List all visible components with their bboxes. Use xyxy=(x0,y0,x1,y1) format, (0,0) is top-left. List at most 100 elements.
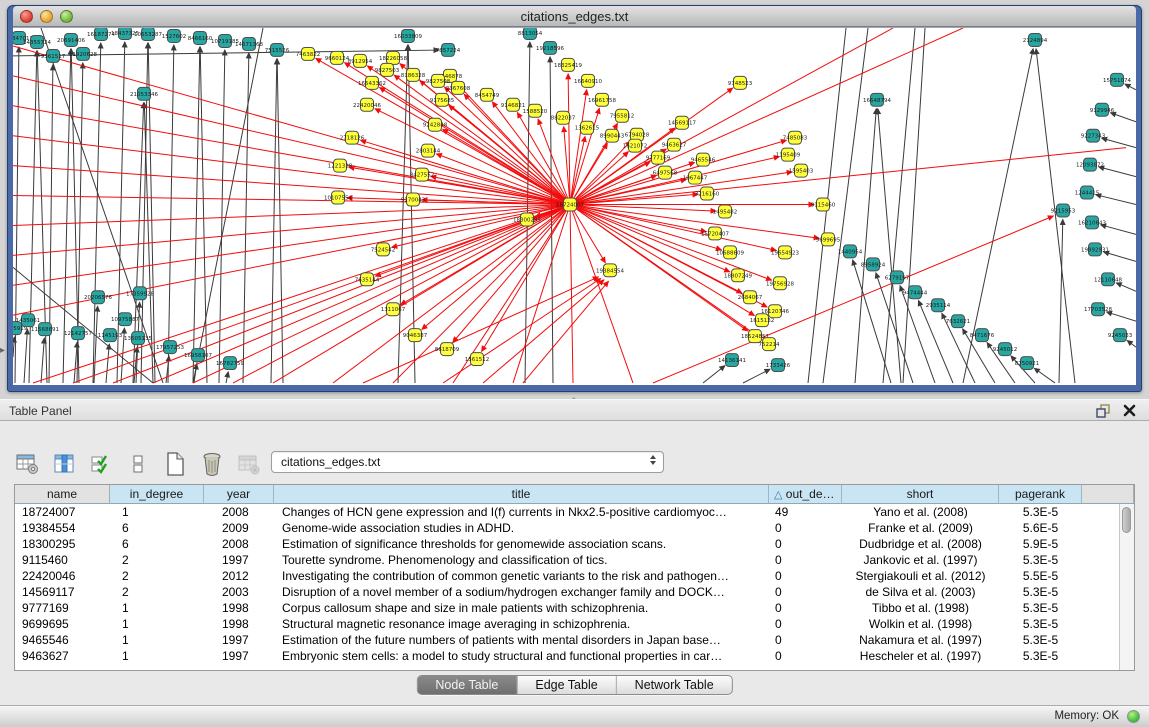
graph-node[interactable]: 1311067 xyxy=(381,303,406,316)
graph-node[interactable]: 10688609 xyxy=(716,246,744,259)
column-header-in_degree[interactable]: in_degree xyxy=(110,485,204,504)
graph-node[interactable]: 18325419 xyxy=(554,58,582,71)
graph-node[interactable]: 9245033 xyxy=(1108,329,1133,342)
graph-node[interactable]: 17703528 xyxy=(1084,303,1112,316)
graph-node[interactable]: 1588520 xyxy=(523,104,548,117)
graph-node[interactable]: 1527602 xyxy=(162,29,186,42)
graph-node[interactable]: 9827503 xyxy=(375,63,400,76)
graph-node[interactable]: 1067447 xyxy=(683,171,708,184)
graph-node[interactable]: 7955812 xyxy=(610,109,634,122)
table-row[interactable]: 969969511998Structural magnetic resonanc… xyxy=(15,616,1119,632)
float-panel-icon[interactable] xyxy=(1095,403,1111,419)
graph-node[interactable]: 13505135 xyxy=(124,332,152,345)
graph-node[interactable]: 19218596 xyxy=(536,41,564,54)
graph-node[interactable]: 1221338 xyxy=(328,159,353,172)
graph-node[interactable]: 10107554 xyxy=(324,191,352,204)
table-row[interactable]: 911546021997Tourette syndrome. Phenomeno… xyxy=(15,552,1119,568)
column-header-short[interactable]: short xyxy=(842,485,999,504)
tab-network-table[interactable]: Network Table xyxy=(617,676,732,694)
column-header-name[interactable]: name xyxy=(15,485,110,504)
close-panel-icon[interactable] xyxy=(1122,403,1137,418)
graph-node[interactable]: 7857224 xyxy=(436,43,461,56)
graph-node[interactable]: 2718126 xyxy=(340,131,365,144)
graph-node[interactable]: 16543362 xyxy=(358,76,386,89)
graph-node[interactable]: 2124894 xyxy=(1023,33,1048,46)
graph-node[interactable]: 8466160 xyxy=(188,31,213,44)
graph-node[interactable]: 20206576 xyxy=(84,291,112,304)
graph-node[interactable]: 6497568 xyxy=(653,166,678,179)
table-vertical-scrollbar[interactable] xyxy=(1119,504,1134,670)
graph-node[interactable]: 15751074 xyxy=(1103,73,1131,86)
table-row[interactable]: 1830029562008Estimation of significance … xyxy=(15,536,1119,552)
graph-node[interactable]: 16961758 xyxy=(588,93,616,106)
table-row[interactable]: 946362711997Embryonic stem cells: a mode… xyxy=(15,648,1119,664)
graph-node[interactable]: 19892931 xyxy=(1081,243,1109,256)
graph-node[interactable]: 8912954 xyxy=(348,54,373,67)
graph-node[interactable]: 18226058 xyxy=(379,51,407,64)
delete-table-icon[interactable] xyxy=(236,451,262,477)
table-row[interactable]: 946554611997Estimation of the future num… xyxy=(15,632,1119,648)
graph-node[interactable]: 15720407 xyxy=(701,227,729,240)
tab-edge-table[interactable]: Edge Table xyxy=(517,676,616,694)
table-select-dropdown[interactable]: citations_edges.txt xyxy=(271,451,664,473)
column-header-year[interactable]: year xyxy=(204,485,274,504)
graph-node[interactable]: 14569117 xyxy=(668,116,696,129)
graph-node[interactable]: 7632621 xyxy=(946,315,970,328)
graph-node[interactable]: 8454749 xyxy=(475,88,500,101)
column-header-pagerank[interactable]: pagerank xyxy=(999,485,1082,504)
table-mode-icon[interactable] xyxy=(14,451,40,477)
delete-column-icon[interactable] xyxy=(199,451,225,477)
new-column-icon[interactable] xyxy=(162,451,188,477)
graph-node[interactable]: 16648794 xyxy=(863,93,891,106)
graph-node[interactable]: 9748523 xyxy=(728,76,753,89)
graph-node[interactable]: 8750921 xyxy=(1015,357,1039,370)
graph-node[interactable]: 6279197 xyxy=(885,271,910,284)
graph-node[interactable]: 16782759 xyxy=(216,357,244,370)
network-window-titlebar[interactable]: citations_edges.txt xyxy=(13,6,1136,27)
scrollbar-thumb[interactable] xyxy=(1122,507,1131,533)
graph-node[interactable]: 9660124 xyxy=(325,51,350,64)
graph-node[interactable]: 7524542 xyxy=(371,243,395,256)
tab-node-table[interactable]: Node Table xyxy=(417,676,517,694)
network-canvas[interactable]: 1872400718847012143557242069140616187274… xyxy=(13,27,1136,385)
graph-node[interactable]: 10653287 xyxy=(134,28,162,40)
column-header-title[interactable]: title xyxy=(274,485,769,504)
graph-node[interactable]: 19756928 xyxy=(766,277,794,290)
table-row[interactable]: 1456911722003Disruption of a novel membe… xyxy=(15,584,1119,600)
graph-node[interactable]: 9046387 xyxy=(403,329,428,342)
graph-node[interactable]: 8427552 xyxy=(410,168,434,181)
graph-node[interactable]: 16210643 xyxy=(1078,216,1106,229)
panel-collapse-arrow-icon[interactable]: ▸ xyxy=(0,345,5,356)
show-columns-icon[interactable] xyxy=(51,451,77,477)
node-table[interactable]: namein_degreeyeartitle△ out_de…shortpage… xyxy=(14,484,1135,671)
table-row[interactable]: 1872400712008Changes of HCN gene express… xyxy=(15,504,1119,520)
graph-node[interactable]: 9242848 xyxy=(423,118,448,131)
graph-node[interactable]: 1495482 xyxy=(713,205,737,218)
graph-node[interactable]: 8186328 xyxy=(401,68,426,81)
table-row[interactable]: 1938455462009Genome-wide association stu… xyxy=(15,520,1119,536)
graph-node[interactable]: 1244415 xyxy=(1075,186,1100,199)
graph-node[interactable]: 2935114 xyxy=(926,299,951,312)
graph-node[interactable]: 20691406 xyxy=(57,33,85,46)
graph-node[interactable]: 3216160 xyxy=(695,187,720,200)
graph-node[interactable]: 1440954 xyxy=(838,245,863,258)
graph-node[interactable]: 8822037 xyxy=(551,111,576,124)
table-row[interactable]: 977716911998Corpus callosum shape and si… xyxy=(15,600,1119,616)
select-all-icon[interactable] xyxy=(88,451,114,477)
citation-network-graph[interactable]: 1872400718847012143557242069140616187274… xyxy=(13,28,1136,385)
memory-ok-indicator-icon[interactable] xyxy=(1127,710,1140,723)
column-header-out_de[interactable]: △ out_de… xyxy=(769,485,842,504)
graph-node[interactable]: 9146821 xyxy=(501,98,525,111)
graph-node[interactable]: 9129946 xyxy=(1090,103,1115,116)
graph-node[interactable]: 1195409 xyxy=(776,148,801,161)
graph-node[interactable]: 9170043 xyxy=(401,193,426,206)
graph-node[interactable]: 8813054 xyxy=(518,28,543,39)
graph-node[interactable]: 16640910 xyxy=(574,74,602,87)
table-body[interactable]: 1872400712008Changes of HCN gene express… xyxy=(15,504,1119,670)
graph-node[interactable]: 9115460 xyxy=(811,198,836,211)
graph-node[interactable]: 12093872 xyxy=(1076,158,1104,171)
graph-node[interactable]: 21053346 xyxy=(130,87,158,100)
graph-node[interactable]: 9465546 xyxy=(691,153,716,166)
graph-node[interactable]: 11920628 xyxy=(69,47,97,60)
graph-node[interactable]: 19384554 xyxy=(596,264,624,277)
